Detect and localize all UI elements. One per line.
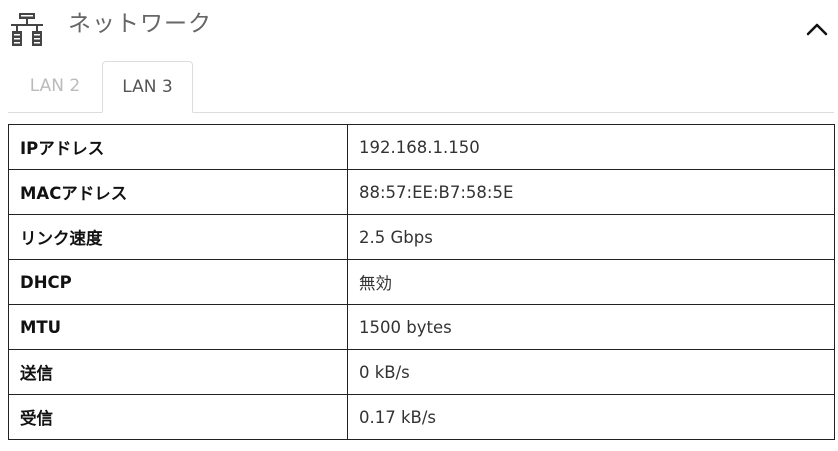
row-label-mac-address: MACアドレス [8,169,348,215]
row-value-mac-address: 88:57:EE:B7:58:5E [347,169,835,215]
network-info-table: IPアドレス 192.168.1.150 MACアドレス 88:57:EE:B7… [8,124,835,440]
tab-lan3[interactable]: LAN 3 [102,61,193,113]
row-value-ip-address: 192.168.1.150 [347,124,835,170]
panel-header: ネットワーク [0,0,838,56]
row-value-send: 0 kB/s [347,349,835,395]
table-row: 送信 0 kB/s [8,349,835,395]
network-icon [11,13,43,46]
row-value-receive: 0.17 kB/s [347,394,835,440]
lan-tabs: LAN 2 LAN 3 [8,61,834,113]
tab-lan2[interactable]: LAN 2 [8,61,102,112]
row-value-mtu: 1500 bytes [347,304,835,350]
row-label-dhcp: DHCP [8,259,348,305]
table-row: DHCP 無効 [8,259,835,305]
row-value-dhcp: 無効 [347,259,835,305]
row-label-receive: 受信 [8,394,348,440]
row-label-link-speed: リンク速度 [8,214,348,260]
row-value-link-speed: 2.5 Gbps [347,214,835,260]
row-label-ip-address: IPアドレス [8,124,348,170]
table-row: MTU 1500 bytes [8,304,835,350]
row-label-mtu: MTU [8,304,348,350]
table-row: IPアドレス 192.168.1.150 [8,124,835,170]
chevron-up-icon [806,23,828,36]
table-row: リンク速度 2.5 Gbps [8,214,835,260]
row-label-send: 送信 [8,349,348,395]
table-row: MACアドレス 88:57:EE:B7:58:5E [8,169,835,215]
collapse-button[interactable] [802,14,832,44]
panel-title: ネットワーク [68,11,212,37]
table-row: 受信 0.17 kB/s [8,394,835,440]
